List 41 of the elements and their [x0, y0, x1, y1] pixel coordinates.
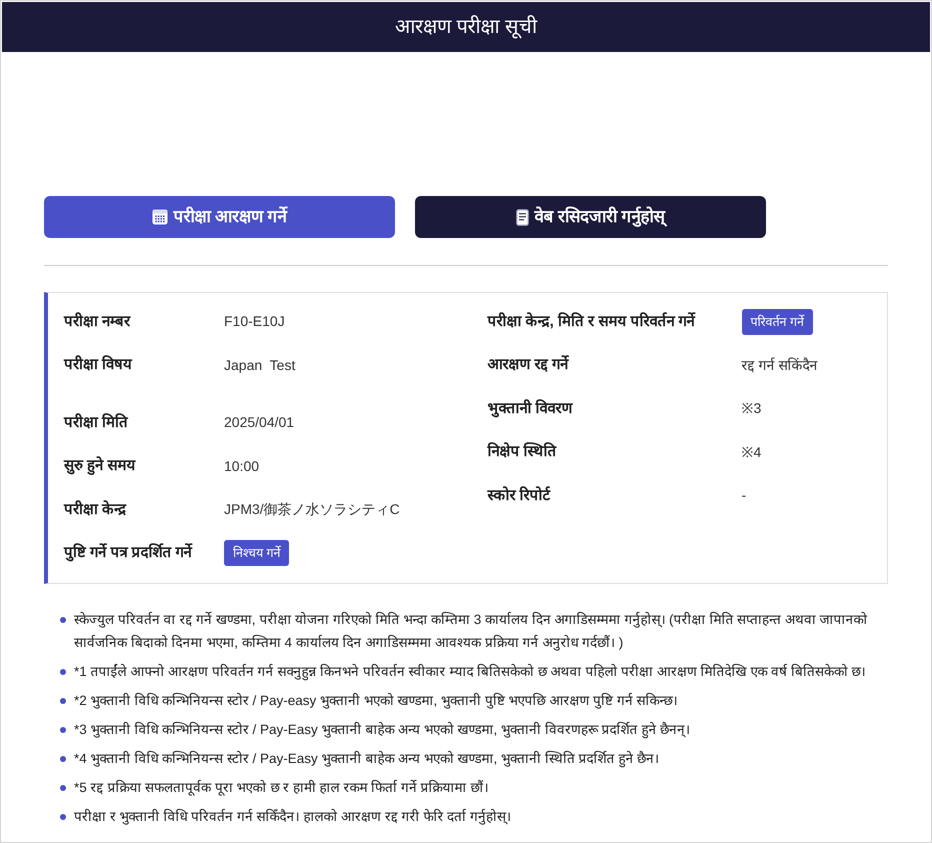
- detail-label: परीक्षा केन्द्र, मिति र समय परिवर्तन गर्ने: [488, 311, 696, 332]
- calendar-icon: [152, 209, 168, 225]
- detail-label: पुष्टि गर्ने पत्र प्रदर्शित गर्ने: [64, 542, 194, 564]
- note-text: परीक्षा र भुक्तानी विधि परिवर्तन गर्न सकिँदैन। हालको आरक्षण रद्द गरी फेरि दर्ता गर्नुहोस्।: [74, 808, 511, 827]
- detail-action-button[interactable]: परिवर्तन गर्ने: [742, 308, 813, 335]
- detail-label: परीक्षा नम्बर: [64, 311, 132, 332]
- detail-value: Japan Test: [224, 356, 296, 375]
- detail-label: भुक्तानी विवरण: [488, 398, 574, 420]
- detail-action-button[interactable]: निश्चय गर्ने: [224, 540, 290, 566]
- note-text: *3 भुक्तानी विधि कन्भिनियन्स स्टोर / Pay-Easy भुक्तानी बाहेक अन्य भएको खण्डमा, भुक्तानी विवरणहरू प्रदर्शित हुने छैनन्।: [74, 720, 690, 740]
- bullet-icon: [60, 698, 66, 704]
- reserve-exam-button[interactable]: परीक्षा आरक्षण गर्ने: [44, 196, 395, 238]
- detail-label: सुरु हुने समय: [64, 455, 137, 477]
- bullet-icon: [60, 727, 66, 733]
- detail-value: -: [742, 486, 746, 506]
- detail-value: ※4: [742, 442, 762, 462]
- detail-value: रद्द गर्न सकिंदैन: [742, 356, 818, 375]
- detail-value: 2025/04/01: [224, 413, 294, 432]
- note-text: *2 भुक्तानी विधि कन्भिनियन्स स्टोर / Pay-easy भुक्तानी भएको खण्डमा, भुक्तानी पुष्टि भएपछि आरक्षण पुष्टि गर्न सकिन्छ।: [74, 692, 678, 711]
- detail-value: F10-E10J: [224, 312, 285, 332]
- bullet-icon: [60, 814, 66, 820]
- detail-label: परीक्षा केन्द्र: [64, 499, 128, 520]
- bullet-icon: [60, 617, 66, 623]
- note-text: *5 रद्द प्रक्रिया सफलतापूर्वक पूरा भएको छ र हामी हाल रकम फिर्ता गर्ने प्रक्रियामा छौं।: [74, 778, 488, 798]
- detail-label: निक्षेप स्थिति: [488, 441, 558, 462]
- detail-label: परीक्षा विषय: [64, 354, 134, 375]
- detail-label: स्कोर रिपोर्ट: [488, 485, 552, 506]
- note-text: *4 भुक्तानी विधि कन्भिनियन्स स्टोर / Pay-Easy भुक्तानी बाहेक अन्य भएको खण्डमा, भुक्तानी स्थिति प्रदर्शित हुने छैन।: [74, 750, 660, 770]
- document-icon: [516, 208, 530, 226]
- detail-label: परीक्षा मिति: [64, 412, 130, 432]
- detail-value: ※3: [742, 399, 762, 418]
- bullet-icon: [60, 669, 66, 675]
- note-text: *1 तपाईंले आफ्नो आरक्षण परिवर्तन गर्न सक्नुहुन्न किनभने परिवर्तन स्वीकार म्याद बितिसकेको छ अथवा पहिलो परीक्षा आरक्षण मितिदेखि एक वर्ष बितिसकेको छ।: [74, 662, 866, 682]
- bullet-icon: [60, 785, 66, 791]
- detail-value: JPM3/御茶ノ水ソラシティC: [224, 500, 400, 520]
- detail-value: 10:00: [224, 456, 260, 476]
- page-title: आरक्षण परीक्षा सूची: [394, 17, 538, 37]
- web-receipt-button[interactable]: वेब रसिदजारी गर्नुहोस्: [415, 196, 766, 238]
- detail-label: आरक्षण रद्द गर्ने: [488, 354, 570, 375]
- note-text: स्केज्युल परिवर्तन वा रद्द गर्ने खण्डमा, परीक्षा योजना गरिएको मिति भन्दा कम्तिमा 3 कार्यालय दिन अगाडिसम्ममा गर्नुहोस्। (परीक्षा मिति सप्ताहन्त अथवा जापानको सार्वजनिक बिदाको दिनमा भएमा, कम्तिमा 4 कार्यालय दिन अगाडिसम्ममा आवश्यक प्रक्रिया गर्न अनुरोध गर्दछौं। ): [74, 610, 869, 653]
- bullet-icon: [60, 756, 66, 762]
